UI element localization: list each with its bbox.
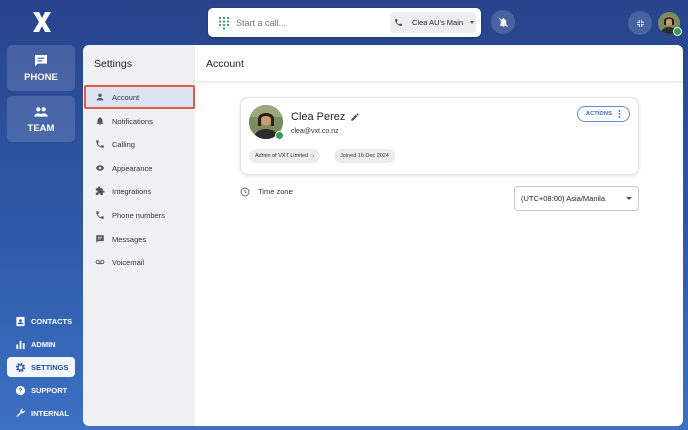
chevron-right-icon: › (312, 152, 315, 160)
team-icon (34, 107, 48, 117)
settings-item-notifications[interactable]: Notifications (85, 109, 193, 133)
nav-internal[interactable]: INTERNAL (7, 404, 75, 424)
nav-team-label: TEAM (27, 123, 55, 134)
bottom-nav: CONTACTS ADMIN SETTINGS ? SUPPORT INTERN… (7, 311, 75, 427)
timezone-value: (UTC+08:00) Asia/Manila (521, 194, 605, 203)
chevron-down-icon (470, 21, 475, 24)
settings-panel: Settings Account Notifications Calling A… (83, 45, 195, 426)
settings-item-account[interactable]: Account (84, 85, 195, 109)
joined-chip-label: Joined 16 Dec 2024 (340, 153, 389, 159)
contacts-icon (16, 316, 25, 326)
content-header (195, 45, 683, 82)
start-call-input[interactable] (236, 17, 386, 28)
settings-item-messages-label: Messages (112, 234, 147, 244)
profile-name: Clea Perez (291, 111, 346, 123)
collapse-button[interactable] (628, 11, 652, 35)
phone-icon (96, 140, 104, 148)
nav-internal-label: INTERNAL (31, 409, 69, 419)
settings-item-voicemail[interactable]: Voicemail (85, 250, 193, 274)
settings-item-messages[interactable]: Messages (85, 227, 193, 251)
settings-item-integrations[interactable]: Integrations (85, 179, 193, 203)
phone-icon (395, 19, 402, 26)
line-select[interactable]: Clea AU's Main (390, 12, 476, 33)
vxt-logo-icon (33, 12, 51, 32)
settings-item-voicemail-label: Voicemail (112, 257, 145, 267)
settings-item-account-label: Account (112, 92, 140, 102)
mute-notifications-button[interactable] (491, 10, 515, 34)
profile-card: Clea Perez clea@vxt.co.nz Admin of VXT L… (240, 97, 639, 175)
bell-off-icon (498, 17, 508, 27)
page-title: Account (206, 58, 244, 70)
clock-icon (240, 187, 250, 197)
help-icon: ? (15, 385, 26, 396)
chat-icon (35, 55, 47, 67)
actions-button[interactable]: ACTIONS (577, 106, 630, 122)
puzzle-icon (95, 186, 105, 196)
settings-item-appearance[interactable]: Appearance (85, 156, 193, 180)
timezone-label: Time zone (258, 187, 293, 196)
line-select-label: Clea AU's Main (412, 18, 464, 27)
profile-email: clea@vxt.co.nz (291, 128, 339, 135)
settings-title: Settings (94, 58, 132, 70)
nav-phone-label: PHONE (24, 72, 58, 83)
nav-phone[interactable]: PHONE (7, 45, 75, 91)
admin-chip-label: Admin of VXT Limited (255, 153, 309, 159)
timezone-select[interactable]: (UTC+08:00) Asia/Manila (514, 186, 639, 211)
nav-support[interactable]: ? SUPPORT (7, 381, 75, 401)
nav-settings[interactable]: SETTINGS (7, 357, 75, 378)
nav-support-label: SUPPORT (31, 386, 68, 396)
settings-item-appearance-label: Appearance (112, 163, 153, 173)
more-vertical-icon (618, 110, 621, 118)
admin-chip[interactable]: Admin of VXT Limited › (249, 149, 321, 163)
joined-chip: Joined 16 Dec 2024 (334, 149, 395, 163)
status-online-indicator (673, 27, 682, 36)
nav-admin[interactable]: ADMIN (7, 334, 75, 354)
svg-text:?: ? (19, 389, 23, 395)
collapse-icon (636, 19, 644, 27)
nav-contacts-label: CONTACTS (31, 316, 73, 326)
eye-icon (95, 165, 105, 171)
status-online-indicator (275, 131, 284, 140)
settings-item-notifications-label: Notifications (112, 116, 153, 126)
nav-team[interactable]: TEAM (7, 96, 75, 142)
wrench-icon (16, 409, 25, 418)
phone-icon (96, 211, 104, 219)
chevron-down-icon (626, 197, 632, 200)
account-content: Account Clea Perez clea@vxt.co.nz Admin … (195, 45, 683, 426)
dialpad-icon[interactable] (218, 16, 230, 30)
nav-contacts[interactable]: CONTACTS (7, 311, 75, 331)
settings-item-phone-numbers-label: Phone numbers (112, 210, 165, 220)
settings-item-phone-numbers[interactable]: Phone numbers (85, 203, 193, 227)
nav-admin-label: ADMIN (31, 339, 56, 349)
voicemail-icon (95, 259, 105, 265)
pencil-icon[interactable] (350, 112, 360, 122)
person-icon (96, 93, 104, 101)
settings-item-calling-label: Calling (112, 139, 135, 149)
message-icon (96, 235, 104, 243)
gear-icon (15, 362, 26, 372)
settings-item-calling[interactable]: Calling (85, 132, 193, 156)
call-bar: Clea AU's Main (208, 8, 481, 37)
nav-settings-label: SETTINGS (31, 362, 69, 372)
settings-item-integrations-label: Integrations (112, 186, 152, 196)
bar-chart-icon (16, 340, 25, 349)
actions-button-label: ACTIONS (585, 111, 613, 117)
bell-icon (96, 117, 104, 126)
